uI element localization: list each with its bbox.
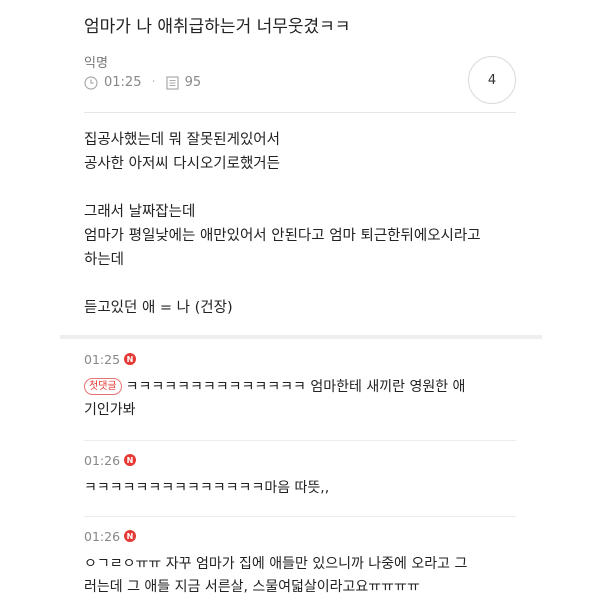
comment-meta: 01:26 N xyxy=(84,451,516,469)
new-badge: N xyxy=(124,530,137,542)
first-comment-badge: 첫댓글 xyxy=(84,378,122,395)
author-name: 익명 xyxy=(84,56,108,71)
new-badge: N xyxy=(124,353,137,365)
body-line: 하는데 xyxy=(84,252,125,268)
comment-time: 01:26 xyxy=(84,528,121,544)
comment-item: 01:26 N ㅋㅋㅋㅋㅋㅋㅋㅋㅋㅋㅋㅋㅋㅋ마음 따뜻,, xyxy=(84,451,516,500)
comment-time: 01:25 xyxy=(84,351,121,367)
comment-meta: 01:26 N xyxy=(84,527,516,545)
body-blank-line xyxy=(84,272,524,296)
comment-separator xyxy=(84,516,516,517)
comment-count-button[interactable]: 4 xyxy=(468,56,516,104)
comment-item: 01:25 N 첫댓글 ㅋㅋㅋㅋㅋㅋㅋㅋㅋㅋㅋㅋㅋㅋ 엄마한테 새끼란 영원한 애… xyxy=(84,350,516,422)
document-icon xyxy=(166,75,179,90)
comment-body: ㅇㄱㄹㅇㅠㅠ 자꾸 엄마가 집에 애들만 있으니까 나중에 오라고 그 러는데 … xyxy=(84,556,468,595)
clock-icon xyxy=(84,75,98,90)
post-meta: 01:25 · 95 xyxy=(84,75,201,90)
body-line: 집공사했는데 뭐 잘못된게있어서 xyxy=(84,132,280,148)
section-divider xyxy=(60,335,542,339)
post-title: 엄마가 나 애취급하는거 너무웃겼ㅋㅋ xyxy=(84,17,351,37)
post-body: 집공사했는데 뭐 잘못된게있어서 공사한 아저씨 다시오기로했거든 그래서 날짜… xyxy=(84,128,524,320)
comment-text: 첫댓글 ㅋㅋㅋㅋㅋㅋㅋㅋㅋㅋㅋㅋㅋㅋ 엄마한테 새끼란 영원한 애 기인가봐 xyxy=(84,376,516,422)
body-line: 공사한 아저씨 다시오기로했거든 xyxy=(84,156,280,172)
comment-body: ㅋㅋㅋㅋㅋㅋㅋㅋㅋㅋㅋㅋㅋㅋ마음 따뜻,, xyxy=(84,480,330,496)
comment-time: 01:26 xyxy=(84,452,121,468)
body-blank-line xyxy=(84,176,524,200)
comment-body: ㅋㅋㅋㅋㅋㅋㅋㅋㅋㅋㅋㅋㅋㅋ 엄마한테 새끼란 영원한 애 기인가봐 xyxy=(84,379,466,418)
post-time: 01:25 xyxy=(104,75,142,90)
comment-separator xyxy=(84,440,516,441)
body-line: 듣고있던 애 = 나 (건장) xyxy=(84,300,233,316)
body-line: 엄마가 평일낮에는 애만있어서 안된다고 엄마 퇴근한뒤에오시라고 xyxy=(84,228,481,244)
meta-separator: · xyxy=(151,75,156,90)
view-count: 95 xyxy=(184,75,202,90)
post-header: 엄마가 나 애취급하는거 너무웃겼ㅋㅋ 익명 01:25 · 95 4 xyxy=(84,0,516,113)
body-line: 그래서 날짜잡는데 xyxy=(84,204,196,220)
new-badge: N xyxy=(124,454,137,466)
comment-item: 01:26 N ㅇㄱㄹㅇㅠㅠ 자꾸 엄마가 집에 애들만 있으니까 나중에 오라… xyxy=(84,527,516,599)
comment-count: 4 xyxy=(487,72,497,88)
comment-meta: 01:25 N xyxy=(84,350,516,368)
